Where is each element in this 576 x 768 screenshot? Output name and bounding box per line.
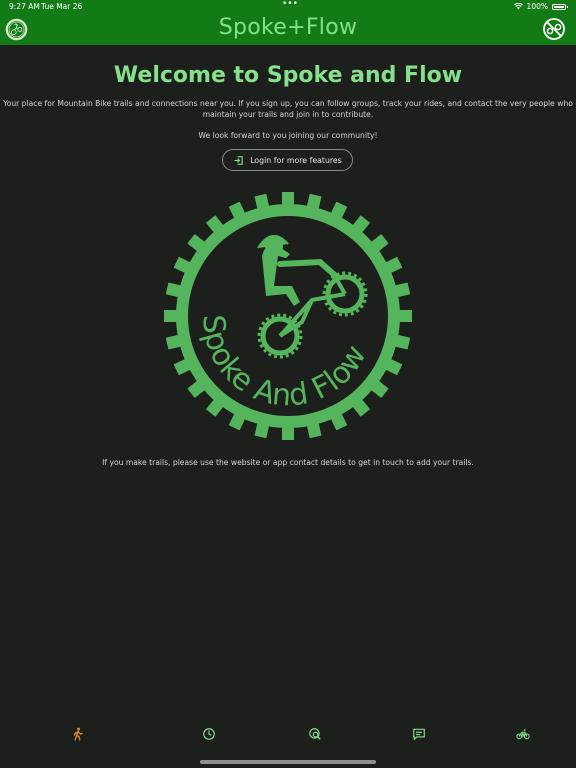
intro-line: Your place for Mountain Bike trails and …	[3, 99, 573, 108]
intro-line: maintain your trails and join in to cont…	[202, 110, 374, 119]
welcome-heading: Welcome to Spoke and Flow	[113, 63, 463, 88]
chat-icon[interactable]	[412, 727, 426, 741]
status-date: Tue Mar 26	[41, 2, 83, 11]
login-button-label: Login for more features	[250, 155, 342, 165]
home-indicator[interactable]	[200, 760, 376, 764]
intro-paragraph: Your place for Mountain Bike trails and …	[0, 98, 576, 120]
spoke-and-flow-logo: Spoke And Flow	[164, 192, 412, 440]
battery-percent: 100%	[526, 2, 548, 11]
status-time: 9:27 AM	[9, 2, 40, 11]
login-icon	[234, 155, 243, 165]
trail-builder-note: If you make trails, please use the websi…	[102, 458, 474, 467]
wifi-icon	[513, 3, 523, 10]
hiker-icon[interactable]	[71, 727, 85, 741]
app-header: Spoke+Flow	[0, 13, 576, 45]
bicycle-icon[interactable]	[516, 727, 530, 741]
login-button[interactable]: Login for more features	[222, 149, 353, 171]
clock-icon[interactable]	[202, 727, 216, 741]
status-bar: 9:27 AM Tue Mar 26 ••• 100%	[0, 0, 576, 13]
community-invite: We look forward to you joining our commu…	[198, 131, 378, 140]
app-title: Spoke+Flow	[218, 15, 358, 40]
battery-icon	[552, 3, 568, 10]
status-right: 100%	[513, 2, 568, 11]
no-bike-icon[interactable]	[542, 17, 566, 41]
multitasking-dots[interactable]: •••	[282, 0, 298, 9]
map-search-icon[interactable]	[308, 727, 322, 741]
